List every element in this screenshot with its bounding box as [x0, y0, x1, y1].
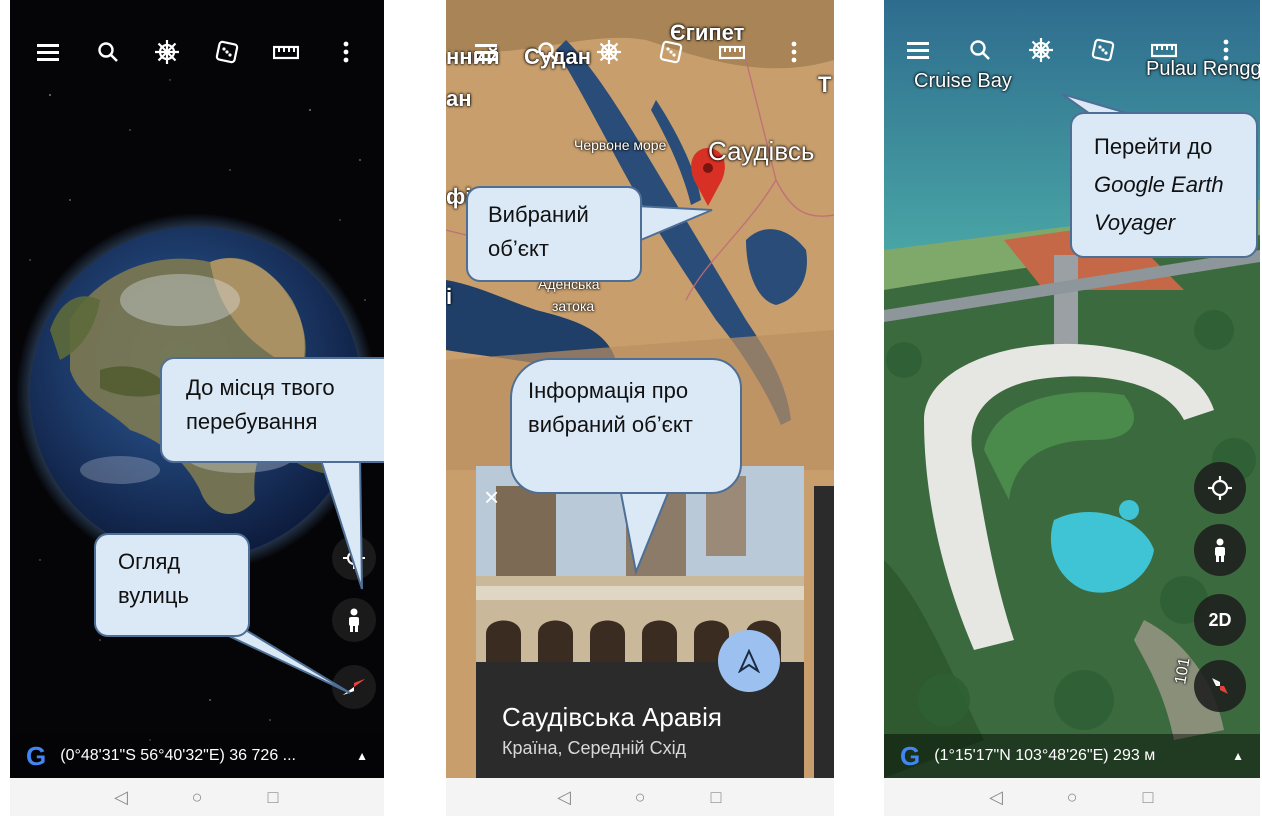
navigation-arrow-icon: [738, 649, 760, 673]
map-label-saudi: Саудівсь: [708, 136, 815, 166]
map-label: Т: [818, 72, 832, 97]
google-logo: G: [26, 740, 47, 771]
top-toolbar: [884, 28, 1260, 72]
dice-icon[interactable]: [213, 38, 241, 66]
screen: Cruise Bay Pulau Rengg 101 2D G (1°15'17…: [884, 0, 1260, 778]
phone-3-3d-view: Cruise Bay Pulau Rengg 101 2D G (1°15'17…: [884, 0, 1260, 816]
callout-voyager-box: Перейти до Google Earth Voyager: [1070, 112, 1258, 258]
map-label-cruise-bay: Cruise Bay: [914, 70, 1012, 92]
place-title: Саудівська Аравія: [502, 702, 722, 732]
more-vert-icon[interactable]: [780, 38, 808, 66]
ruler-icon[interactable]: [1150, 36, 1178, 64]
ship-wheel-icon[interactable]: [1027, 36, 1055, 64]
callout-voyager: Перейти до Google Earth Voyager: [1061, 93, 1258, 258]
search-icon[interactable]: [966, 36, 994, 64]
caret-up-icon[interactable]: ▲: [1232, 749, 1244, 763]
status-bar: G (1°15'17"N 103°48'26"E) 293 м ▲: [884, 734, 1260, 778]
compass-button[interactable]: [1194, 660, 1246, 712]
callout-info-box: Інформація про вибраний об’єкт: [510, 358, 742, 494]
recents-square-icon[interactable]: □: [707, 787, 725, 807]
menu-icon[interactable]: [472, 38, 500, 66]
my-location-icon: [1208, 476, 1232, 500]
home-circle-icon[interactable]: ○: [631, 787, 649, 807]
screen: нний Судан Єгипет ан Т Червоне море Сауд…: [446, 0, 834, 778]
more-vert-icon[interactable]: [1212, 36, 1240, 64]
ruler-icon[interactable]: [718, 38, 746, 66]
top-toolbar: [10, 30, 384, 74]
phone-1-space-view: G (0°48'31"S 56°40'32"E) 36 726 ... ▲ До…: [10, 0, 384, 816]
street-view-button[interactable]: [1194, 524, 1246, 576]
screen: G (0°48'31"S 56°40'32"E) 36 726 ... ▲ До…: [10, 0, 384, 778]
ship-wheel-icon[interactable]: [595, 38, 623, 66]
callout-location: До місця твого перебування: [160, 357, 384, 590]
back-triangle-icon[interactable]: ◁: [987, 787, 1005, 807]
next-card-peek[interactable]: [814, 486, 834, 778]
dice-icon[interactable]: [657, 38, 685, 66]
coordinates-readout[interactable]: (1°15'17"N 103°48'26"E) 293 м: [934, 747, 1224, 765]
search-icon[interactable]: [94, 38, 122, 66]
toggle-2d-button[interactable]: 2D: [1194, 594, 1246, 646]
android-nav-bar: ◁ ○ □: [446, 778, 834, 816]
back-triangle-icon[interactable]: ◁: [555, 787, 573, 807]
home-circle-icon[interactable]: ○: [1063, 787, 1081, 807]
callout-selected: Вибраний об’єкт: [466, 186, 713, 282]
android-nav-bar: ◁ ○ □: [884, 778, 1260, 816]
fly-to-button[interactable]: [718, 630, 780, 692]
compass-icon: [1212, 678, 1228, 694]
callout-location-box: До місця твого перебування: [160, 357, 384, 463]
callout-info: Інформація про вибраний об’єкт: [510, 358, 742, 576]
place-subtitle: Країна, Середній Схід: [502, 738, 687, 758]
ship-wheel-icon[interactable]: [153, 38, 181, 66]
callout-selected-box: Вибраний об’єкт: [466, 186, 642, 282]
caret-up-icon[interactable]: ▲: [356, 749, 368, 763]
pegman-icon: [1215, 538, 1225, 562]
phone-2-map-view: нний Судан Єгипет ан Т Червоне море Сауд…: [446, 0, 834, 816]
status-bar: G (0°48'31"S 56°40'32"E) 36 726 ... ▲: [10, 734, 384, 778]
close-icon[interactable]: ×: [484, 482, 499, 513]
menu-icon[interactable]: [904, 36, 932, 64]
my-location-button[interactable]: [1194, 462, 1246, 514]
map-label: ан: [446, 86, 472, 111]
ruler-icon[interactable]: [272, 38, 300, 66]
android-nav-bar: ◁ ○ □: [10, 778, 384, 816]
more-vert-icon[interactable]: [332, 38, 360, 66]
home-circle-icon[interactable]: ○: [188, 787, 206, 807]
map-label: і: [446, 284, 453, 309]
top-toolbar: [446, 30, 834, 74]
back-triangle-icon[interactable]: ◁: [112, 787, 130, 807]
map-label-red-sea: Червоне море: [574, 137, 667, 153]
callout-street-view: Огляд вулиць: [94, 533, 351, 694]
search-icon[interactable]: [534, 38, 562, 66]
callout-street-view-box: Огляд вулиць: [94, 533, 250, 637]
dice-icon[interactable]: [1089, 36, 1117, 64]
coordinates-readout[interactable]: (0°48'31"S 56°40'32"E) 36 726 ...: [60, 747, 348, 765]
google-logo: G: [900, 740, 921, 771]
recents-square-icon[interactable]: □: [264, 787, 282, 807]
menu-icon[interactable]: [34, 38, 62, 66]
recents-square-icon[interactable]: □: [1139, 787, 1157, 807]
